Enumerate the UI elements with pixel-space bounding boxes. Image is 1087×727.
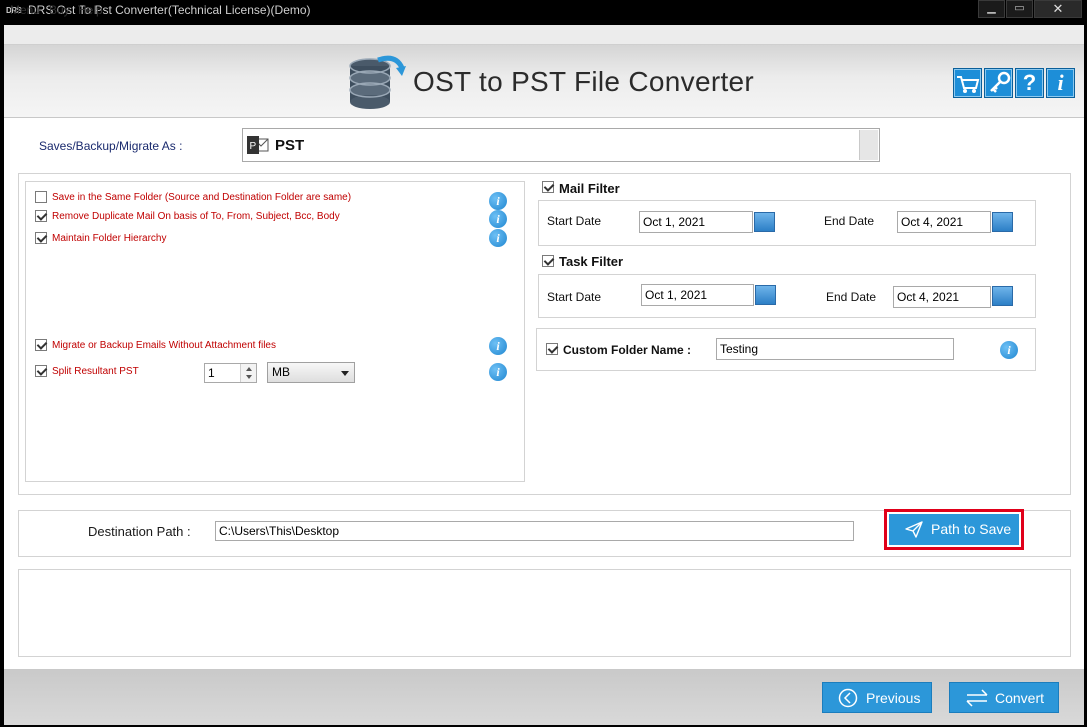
menu-item-help[interactable]: Help — [78, 3, 103, 17]
help-icon: ? — [1022, 70, 1037, 95]
swap-arrows-icon — [966, 689, 988, 707]
convert-button[interactable]: Convert — [949, 682, 1059, 713]
menu-bar — [4, 25, 1084, 45]
format-scrollbar[interactable] — [859, 130, 878, 160]
buy-cart-button[interactable] — [953, 68, 982, 98]
info-icon: i — [1057, 70, 1064, 95]
task-end-label: End Date — [826, 290, 877, 304]
mail-end-date[interactable]: Oct 4, 2021 — [897, 211, 991, 233]
mail-start-calendar-icon[interactable] — [754, 212, 775, 232]
mail-start-date[interactable]: Oct 1, 2021 — [639, 211, 753, 233]
folder-hierarchy-checkbox[interactable] — [35, 232, 47, 244]
task-end-date[interactable]: Oct 4, 2021 — [893, 286, 991, 308]
same-folder-label: Save in the Same Folder (Source and Dest… — [52, 192, 352, 203]
app-title: OST to PST File Converter — [413, 66, 755, 97]
menu-item-menu[interactable]: Menu — [10, 3, 40, 17]
without-attachment-checkbox[interactable] — [35, 339, 47, 351]
svg-text:P: P — [250, 141, 257, 152]
remove-duplicate-checkbox[interactable] — [35, 210, 47, 222]
format-select[interactable] — [242, 128, 880, 162]
selected-format: PST — [275, 137, 305, 154]
mail-end-label: End Date — [824, 214, 875, 228]
split-pst-checkbox[interactable] — [35, 365, 47, 377]
same-folder-checkbox[interactable] — [35, 191, 47, 203]
send-icon — [905, 521, 923, 538]
path-to-save-label: Path to Save — [931, 521, 1012, 537]
task-start-calendar-icon[interactable] — [755, 285, 776, 305]
without-attachment-info-icon[interactable]: i — [489, 337, 507, 355]
mail-start-label: Start Date — [547, 214, 602, 228]
custom-folder-checkbox[interactable] — [546, 343, 558, 355]
database-icon — [349, 55, 406, 109]
without-attachment-label: Migrate or Backup Emails Without Attachm… — [52, 340, 276, 351]
key-icon — [990, 71, 1011, 93]
minimize-button[interactable]: ▁ — [978, 0, 1005, 18]
folder-hierarchy-label: Maintain Folder Hierarchy — [52, 233, 167, 244]
task-filter-title: Task Filter — [559, 254, 624, 269]
previous-label: Previous — [866, 690, 921, 706]
split-size-arrows[interactable] — [240, 364, 256, 382]
same-folder-info-icon[interactable]: i — [489, 192, 507, 210]
maximize-button[interactable]: ▭ — [1006, 0, 1033, 18]
task-start-date[interactable]: Oct 1, 2021 — [641, 284, 754, 306]
cart-icon — [957, 76, 980, 93]
saves-as-label: Saves/Backup/Migrate As : — [39, 139, 183, 153]
destination-path-input[interactable]: C:\Users\This\Desktop — [215, 521, 854, 541]
activate-key-button[interactable] — [984, 68, 1013, 98]
chevron-left-icon — [838, 688, 858, 708]
path-to-save-button[interactable]: Path to Save — [889, 514, 1019, 545]
about-button[interactable]: i — [1046, 68, 1075, 98]
destination-label: Destination Path : — [88, 524, 191, 539]
custom-folder-info-icon[interactable]: i — [1000, 341, 1018, 359]
task-start-label: Start Date — [547, 290, 602, 304]
mail-filter-checkbox[interactable] — [542, 181, 554, 193]
convert-label: Convert — [995, 690, 1045, 706]
outlook-pst-icon: P — [247, 136, 269, 154]
close-button[interactable]: ✕ — [1034, 0, 1082, 18]
help-button[interactable]: ? — [1015, 68, 1044, 98]
split-unit-value: MB — [272, 365, 290, 379]
mail-filter-title: Mail Filter — [559, 181, 620, 196]
split-size-value: 1 — [208, 366, 215, 380]
folder-hierarchy-info-icon[interactable]: i — [489, 229, 507, 247]
log-panel — [18, 569, 1071, 657]
task-filter-checkbox[interactable] — [542, 255, 554, 267]
custom-folder-input[interactable]: Testing — [716, 338, 954, 360]
remove-duplicate-info-icon[interactable]: i — [489, 210, 507, 228]
chevron-down-icon — [341, 371, 349, 376]
menu-item-buy[interactable]: Buy — [49, 3, 70, 17]
custom-folder-title: Custom Folder Name : — [563, 343, 692, 357]
remove-duplicate-label: Remove Duplicate Mail On basis of To, Fr… — [52, 211, 340, 222]
general-options-panel — [25, 181, 525, 482]
previous-button[interactable]: Previous — [822, 682, 932, 713]
mail-end-calendar-icon[interactable] — [992, 212, 1013, 232]
split-pst-info-icon[interactable]: i — [489, 363, 507, 381]
stepper-arrows-icon — [246, 367, 252, 379]
split-pst-label: Split Resultant PST — [52, 366, 139, 377]
window-title: DRS Ost To Pst Converter(Technical Licen… — [28, 3, 311, 17]
task-end-calendar-icon[interactable] — [992, 286, 1013, 306]
